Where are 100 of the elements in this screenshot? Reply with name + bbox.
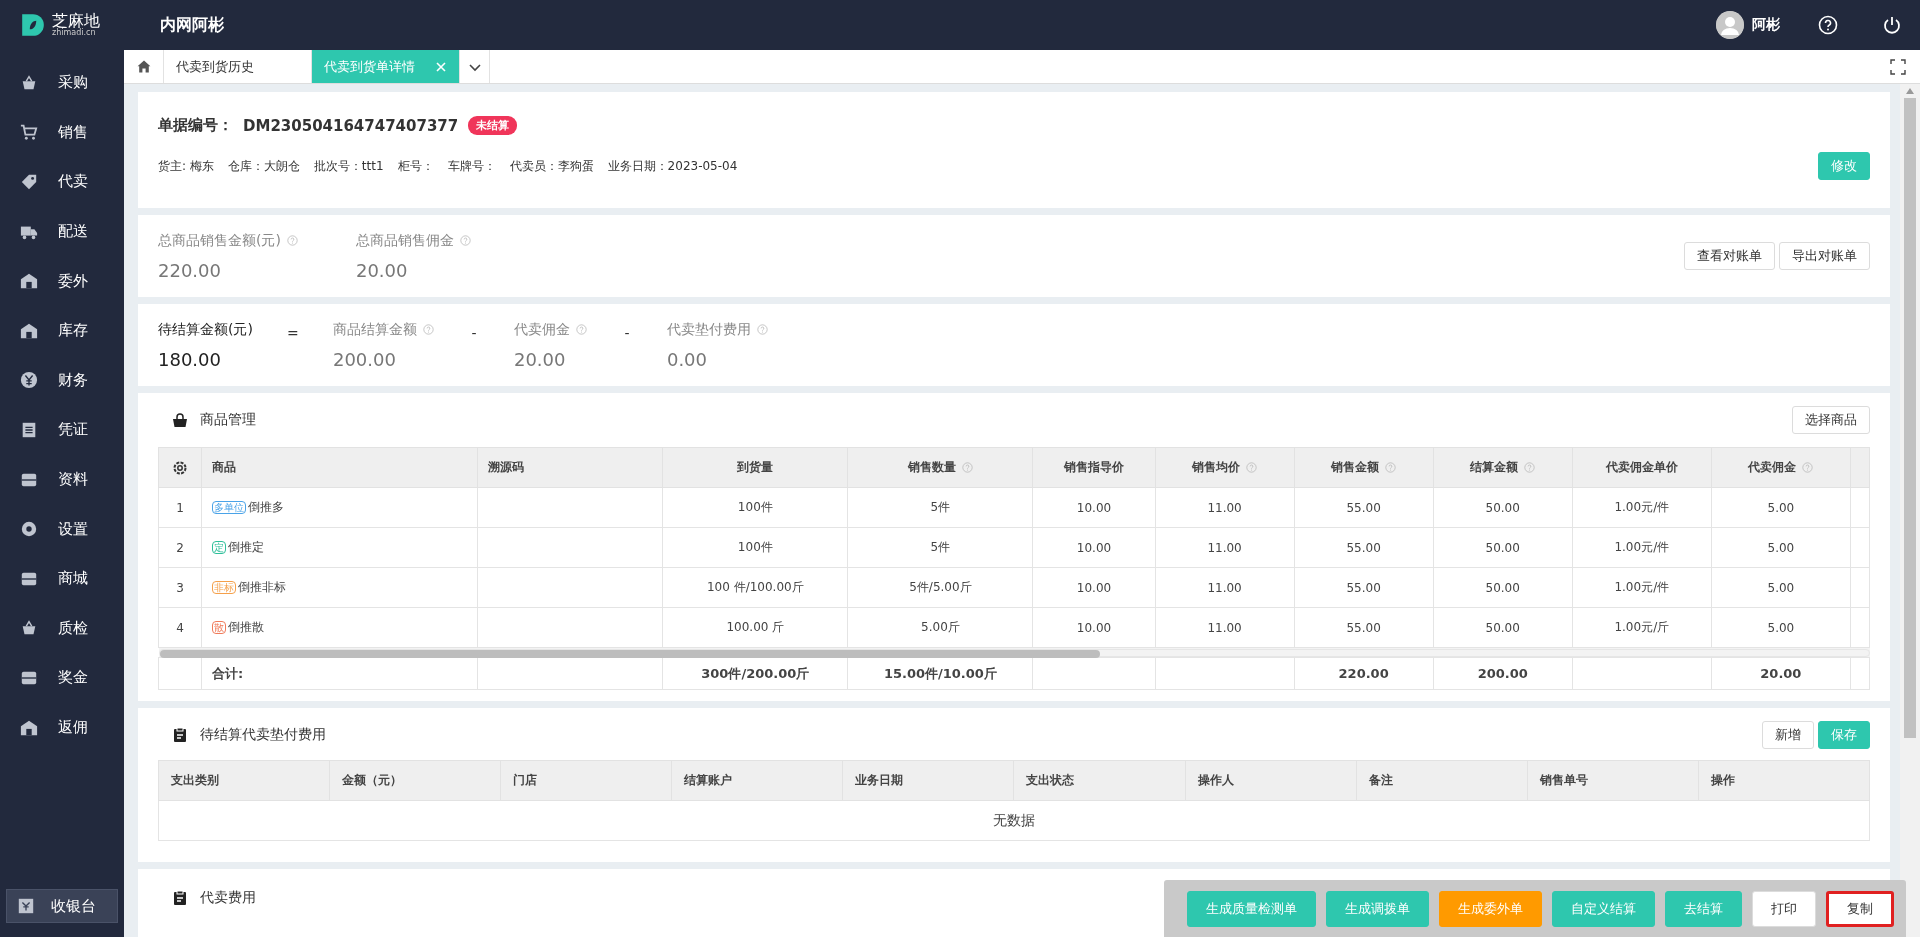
column-header: 溯源码 <box>488 459 525 476</box>
metric-label: 代卖垫付费用 <box>666 320 751 339</box>
logo-icon <box>20 12 46 38</box>
table-cell: 11.00 <box>1155 527 1295 568</box>
table-cell: 10.00 <box>1032 567 1155 608</box>
column-header: 到货量 <box>737 459 774 476</box>
document-field: 代卖员：李狗蛋 <box>509 157 594 175</box>
sidebar-item[interactable]: 返佣 <box>0 702 124 753</box>
scrollbar[interactable] <box>1900 84 1920 937</box>
goods-name: 倒推定 <box>228 540 264 554</box>
operator-sign: = <box>286 323 300 341</box>
sidebar-item[interactable]: 资料 <box>0 454 124 505</box>
logo-subtitle: zhimadi.cn <box>52 29 96 37</box>
help-icon[interactable] <box>1818 15 1838 35</box>
goods-tag: 散 <box>212 621 226 634</box>
cashier-icon <box>17 897 35 915</box>
basket-icon <box>20 73 38 92</box>
sidebar-item[interactable]: 财务 <box>0 355 124 406</box>
total-cell: 200.00 <box>1433 657 1573 690</box>
select-goods-button[interactable]: 选择商品 <box>1792 406 1870 434</box>
table-cell: 10.00 <box>1032 487 1155 528</box>
column-header: 销售均价 <box>1192 459 1241 476</box>
sidebar-item[interactable]: 配送 <box>0 206 124 257</box>
fullscreen-icon[interactable] <box>1890 58 1906 75</box>
column-header: 支出状态 <box>1026 773 1075 787</box>
column-header: 门店 <box>513 773 538 787</box>
settings-icon[interactable] <box>172 459 188 476</box>
table-cell: 50.00 <box>1433 527 1573 568</box>
bag-icon <box>172 412 188 428</box>
total-cell: 15.00件/10.00斤 <box>847 657 1033 690</box>
sidebar-item[interactable]: 奖金 <box>0 653 124 703</box>
action-button[interactable]: 打印 <box>1752 890 1816 927</box>
settings-icon <box>20 520 38 539</box>
column-header: 操作人 <box>1197 773 1234 787</box>
column-header: 操作 <box>1710 773 1735 787</box>
table-cell: 100件 <box>662 487 848 528</box>
row-number: 1 <box>158 487 202 528</box>
sidebar-item[interactable]: 设置 <box>0 504 124 554</box>
toolbar-button[interactable]: 新增 <box>1762 721 1814 749</box>
sidebar-item[interactable]: 库存 <box>0 305 124 356</box>
sidebar-item[interactable]: 委外 <box>0 256 124 306</box>
goods-name: 倒推多 <box>248 500 284 514</box>
document-field: 业务日期：2023-05-04 <box>607 157 738 175</box>
operator-sign: - <box>623 323 631 341</box>
tag-icon <box>20 173 38 191</box>
horizontal-scrollbar[interactable] <box>158 648 1870 657</box>
table-cell: 1.00元/件 <box>1572 567 1712 608</box>
total-cell: 20.00 <box>1711 657 1851 690</box>
table-cell: 55.00 <box>1294 527 1434 568</box>
house-icon <box>20 272 38 291</box>
column-header: 销售单号 <box>1539 773 1588 787</box>
table-cell: 5件/5.00斤 <box>847 567 1033 608</box>
cart-icon <box>20 123 38 142</box>
table-cell: 5.00 <box>1711 527 1851 568</box>
row-number: 4 <box>158 607 202 648</box>
metric-value: 220.00 <box>158 259 222 281</box>
power-icon[interactable] <box>1882 15 1902 35</box>
cashier-button[interactable]: 收银台 <box>6 889 118 923</box>
section-title: 待结算代卖垫付费用 <box>200 726 327 744</box>
user-name[interactable]: 阿彬 <box>1752 16 1780 34</box>
status-badge: 未结算 <box>468 116 518 135</box>
document-field: 车牌号： <box>447 157 496 175</box>
avatar-icon[interactable] <box>1716 11 1744 39</box>
table-cell: 50.00 <box>1433 607 1573 648</box>
scroll-up-icon <box>1906 88 1914 94</box>
action-button[interactable]: 复制 <box>1826 890 1894 927</box>
section-title: 代卖费用 <box>200 889 257 907</box>
metric-value: 200.00 <box>332 348 397 370</box>
metric-label: 总商品销售佣金 <box>355 231 454 250</box>
sidebar-item[interactable]: 采购 <box>0 58 124 108</box>
table-cell: 11.00 <box>1155 487 1295 528</box>
table-cell: 10.00 <box>1032 527 1155 568</box>
column-header: 结算金额 <box>1470 459 1519 476</box>
column-header: 销售金额 <box>1331 459 1380 476</box>
table-cell: 1.00元/件 <box>1572 487 1712 528</box>
clipboard-icon <box>172 727 188 743</box>
table-cell: 5件 <box>847 527 1033 568</box>
column-header: 业务日期 <box>855 773 904 787</box>
sidebar-item[interactable]: 凭证 <box>0 405 124 455</box>
metric-value: 0.00 <box>666 348 708 370</box>
goods-name: 倒推散 <box>228 620 264 634</box>
column-header: 金额（元） <box>342 773 403 787</box>
column-header: 销售指导价 <box>1064 459 1124 476</box>
table-cell: 50.00 <box>1433 567 1573 608</box>
sidebar-item[interactable]: 代卖 <box>0 157 124 207</box>
sidebar-item[interactable]: 质检 <box>0 603 124 654</box>
table-cell: 50.00 <box>1433 487 1573 528</box>
column-header: 商品 <box>212 459 236 476</box>
column-header: 销售数量 <box>907 459 956 476</box>
statement-button[interactable]: 导出对账单 <box>1779 242 1870 270</box>
table-cell: 55.00 <box>1294 487 1434 528</box>
sidebar-item[interactable]: 销售 <box>0 107 124 158</box>
goods-tag: 非标 <box>212 581 236 594</box>
total-cell: 300件/200.00斤 <box>662 657 848 690</box>
table-cell: 5件 <box>847 487 1033 528</box>
operator-sign: - <box>470 323 478 341</box>
sidebar-item[interactable]: 商城 <box>0 553 124 604</box>
statement-button[interactable]: 查看对账单 <box>1684 242 1775 270</box>
clipboard-icon <box>172 890 188 906</box>
table-cell: 100件 <box>662 527 848 568</box>
